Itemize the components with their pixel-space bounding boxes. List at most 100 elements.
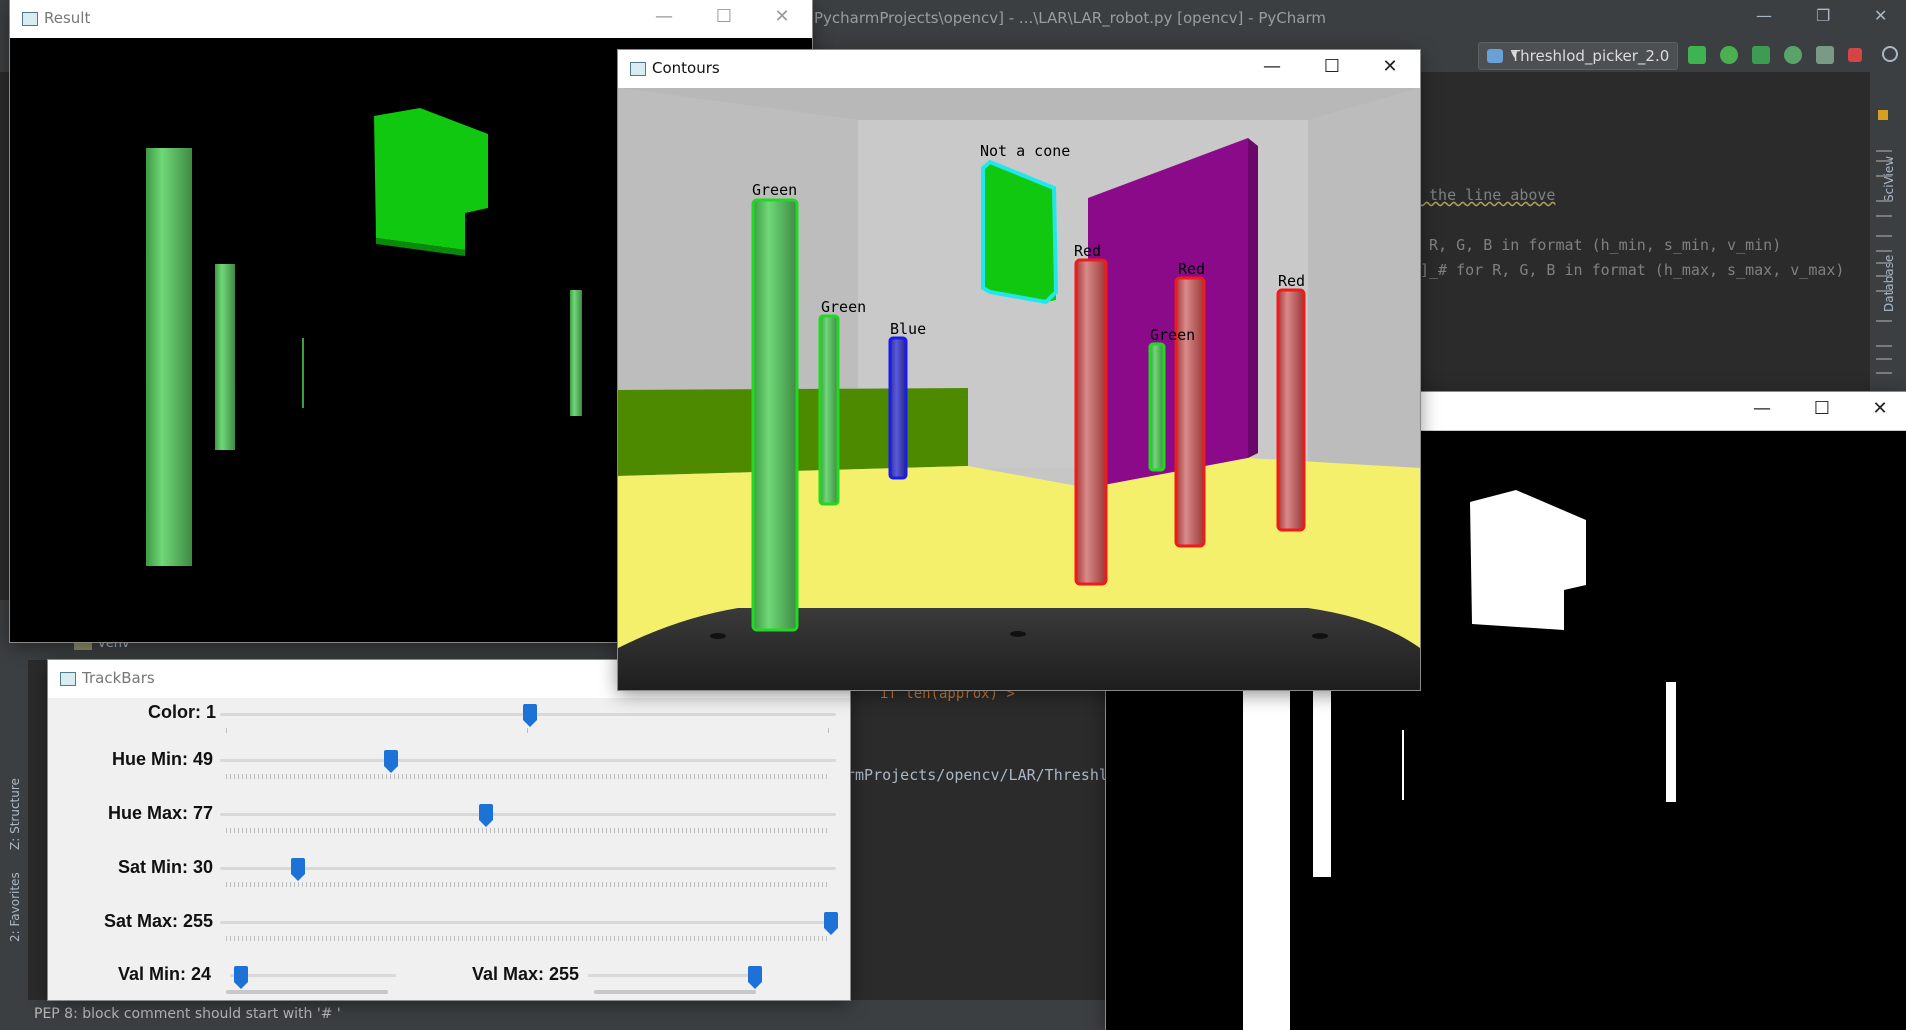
cone-green <box>818 314 840 506</box>
run-configuration-select[interactable]: Threshlod_picker_2.0 ▾ <box>1478 42 1678 70</box>
pycharm-window-title: PycharmProjects\opencv] - ...\LAR\LAR_ro… <box>814 9 1326 27</box>
result-cone <box>570 290 582 416</box>
slider-thumb-hue-max[interactable] <box>479 804 493 828</box>
slider-label-hue-min: Hue Min: 49 <box>112 749 214 769</box>
maximize-button[interactable]: ☐ <box>1312 56 1352 82</box>
debug-icon[interactable] <box>1720 46 1738 64</box>
cone-blue <box>888 336 908 480</box>
mask-blob-cone <box>1243 682 1290 1030</box>
profile-icon[interactable] <box>1784 46 1802 64</box>
search-icon[interactable] <box>1882 46 1898 62</box>
slider-thumb-val-max[interactable] <box>748 966 762 990</box>
slider-ticks <box>594 990 756 994</box>
contours-window[interactable]: Contours — ☐ ✕ Not a cone Green Green Bl… <box>618 50 1420 690</box>
trackbars-window[interactable]: TrackBars Color: 1 Hue Min: 49 Hue Max: … <box>48 660 850 1000</box>
cone-red <box>1074 258 1108 586</box>
slider-label-sat-min: Sat Min: 30 <box>118 857 214 877</box>
contour-label-red: Red <box>1074 242 1101 260</box>
close-button[interactable]: ✕ <box>1860 398 1900 424</box>
code-comment-max: ]_# for R, G, B in format (h_max, s_max,… <box>1420 261 1845 279</box>
window-app-icon <box>60 672 76 686</box>
mask-blob-line <box>1402 730 1404 800</box>
result-cone <box>215 264 235 450</box>
contour-label-not-a-cone: Not a cone <box>980 142 1070 160</box>
slider-label-color: Color: 1 <box>148 702 217 722</box>
slider-track-val-max[interactable] <box>588 974 754 977</box>
slider-ticks <box>226 774 830 779</box>
minimize-button[interactable]: — <box>1252 56 1292 82</box>
cone-green <box>1148 342 1166 472</box>
build-icon[interactable] <box>1816 46 1834 64</box>
cone-red <box>1276 288 1306 532</box>
window-app-icon <box>22 12 38 26</box>
cone-red <box>1174 276 1206 548</box>
minimize-button[interactable]: — <box>1742 398 1782 424</box>
maximize-button[interactable]: ☐ <box>1802 398 1842 424</box>
slider-track-hue-min[interactable] <box>220 759 836 762</box>
close-button[interactable]: ✕ <box>762 6 802 32</box>
mask-blob-cone <box>1313 682 1331 877</box>
pycharm-minimize-button[interactable]: — <box>1756 6 1772 25</box>
purple-wall <box>1088 138 1248 488</box>
slider-ticks <box>226 936 830 941</box>
slider-ticks <box>226 728 830 733</box>
contour-label-green: Green <box>821 298 866 316</box>
mask-blob-board <box>1470 490 1586 630</box>
contour-label-green: Green <box>1150 326 1195 344</box>
sciview-tab[interactable]: SciView <box>1882 156 1896 202</box>
left-tool-strip: Z: Structure 2: Favorites <box>0 640 28 1030</box>
code-comment-min: R, G, B in format (h_min, s_min, v_min) <box>1420 236 1782 254</box>
rerun-icon[interactable] <box>1688 46 1706 64</box>
contours-image: Not a cone Green Green Blue Red Red Gree… <box>618 88 1420 690</box>
contour-label-blue: Blue <box>890 320 926 338</box>
structure-tab[interactable]: Z: Structure <box>8 778 22 850</box>
result-title-bar: Result — ☐ ✕ <box>10 0 812 38</box>
run-output-path: rmProjects/opencv/LAR/Threshl <box>846 766 1108 784</box>
stop-icon[interactable] <box>1848 48 1862 62</box>
contour-label-green: Green <box>752 181 797 199</box>
result-title: Result <box>44 9 91 27</box>
slider-track-hue-max[interactable] <box>220 813 836 816</box>
slider-ticks <box>226 828 830 833</box>
result-board <box>374 108 488 250</box>
mask-blob-cone <box>1666 682 1676 802</box>
python-icon <box>1487 49 1503 63</box>
slider-thumb-sat-max[interactable] <box>824 912 838 936</box>
contours-title-bar: Contours — ☐ ✕ <box>618 50 1420 88</box>
contour-label-red: Red <box>1278 272 1305 290</box>
cone-green <box>751 198 799 632</box>
result-cone <box>146 148 192 566</box>
pycharm-close-button[interactable]: ✕ <box>1874 6 1887 25</box>
pycharm-restore-button[interactable]: ❐ <box>1816 6 1830 25</box>
contours-title: Contours <box>652 59 720 77</box>
minimize-button[interactable]: — <box>644 6 684 32</box>
slider-ticks <box>226 882 830 887</box>
slider-label-hue-max: Hue Max: 77 <box>108 803 214 823</box>
code-comment-line: the line above <box>1420 186 1556 204</box>
slider-label-val-max: Val Max: 255 <box>472 964 580 984</box>
slider-track-sat-min[interactable] <box>220 867 836 870</box>
coverage-icon[interactable] <box>1752 46 1770 64</box>
slider-ticks <box>226 990 388 994</box>
slider-track-val-min[interactable] <box>230 974 396 977</box>
slider-label-val-min: Val Min: 24 <box>118 964 212 984</box>
slider-track-sat-max[interactable] <box>220 921 836 924</box>
slider-thumb-hue-min[interactable] <box>384 750 398 774</box>
window-app-icon <box>630 62 646 76</box>
slider-label-sat-max: Sat Max: 255 <box>104 911 214 931</box>
trackbars-panel: Color: 1 Hue Min: 49 Hue Max: 77 Sat Min… <box>48 698 850 1000</box>
favorites-tab[interactable]: 2: Favorites <box>8 872 22 942</box>
result-speck <box>302 338 304 408</box>
slider-thumb-sat-min[interactable] <box>291 858 305 882</box>
robot-base <box>618 608 1420 690</box>
close-button[interactable]: ✕ <box>1370 56 1410 82</box>
chevron-down-icon: ▾ <box>1511 47 1518 62</box>
slider-thumb-val-min[interactable] <box>234 966 248 990</box>
warning-marker-icon[interactable] <box>1878 110 1888 120</box>
code-editor[interactable]: the line above R, G, B in format (h_min,… <box>1420 106 1870 396</box>
contour-label-red: Red <box>1178 260 1205 278</box>
maximize-button[interactable]: ☐ <box>704 6 744 32</box>
slider-thumb-color[interactable] <box>523 704 537 728</box>
status-message: PEP 8: block comment should start with '… <box>34 1006 341 1022</box>
trackbars-title: TrackBars <box>82 669 155 687</box>
